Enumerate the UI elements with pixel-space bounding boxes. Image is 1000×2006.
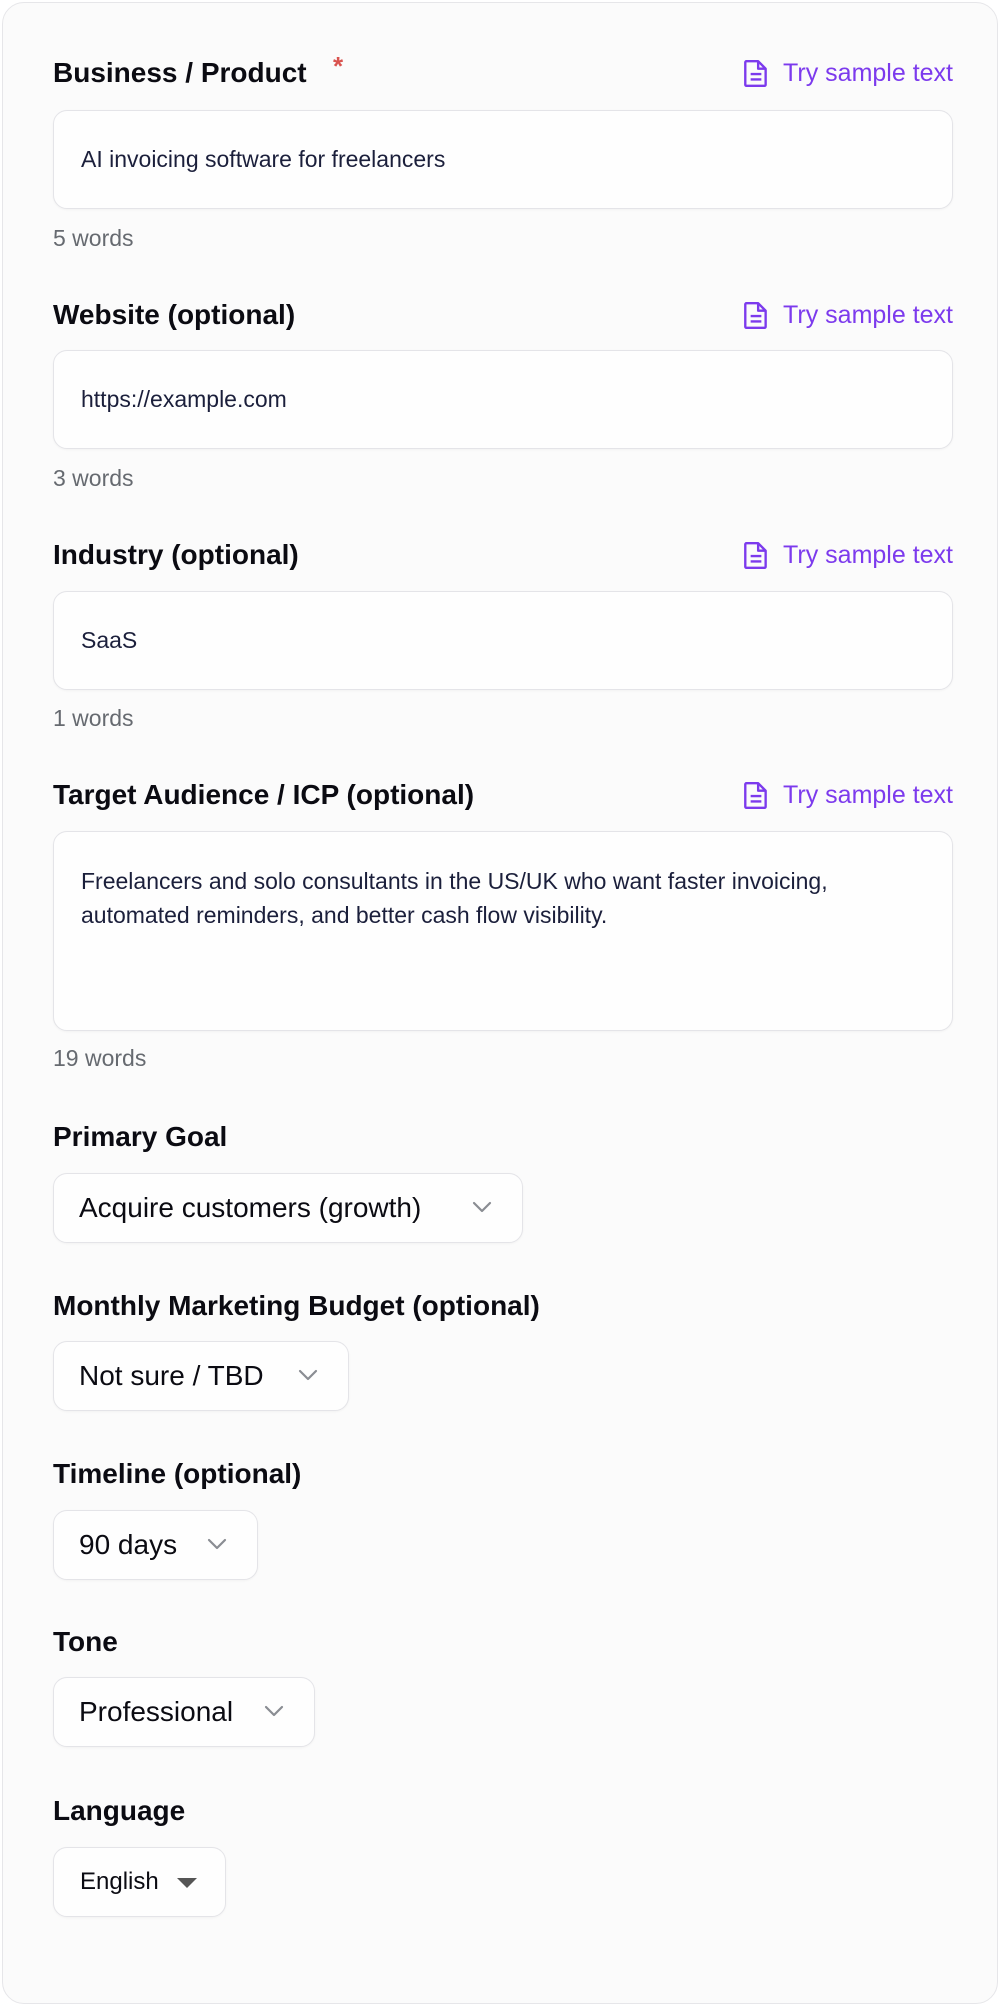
language-field: Language English — [53, 1793, 953, 1917]
tone-select[interactable]: Professional — [53, 1677, 315, 1747]
business-word-count: 5 words — [53, 225, 134, 251]
try-sample-label: Try sample text — [783, 540, 953, 569]
industry-try-sample-button[interactable]: Try sample text — [743, 537, 953, 573]
budget-field: Monthly Marketing Budget (optional) Not … — [53, 1288, 953, 1411]
timeline-label: Timeline (optional) — [53, 1458, 302, 1489]
audience-field: Target Audience / ICP (optional) Try sam… — [53, 777, 953, 1071]
goal-label: Primary Goal — [53, 1121, 228, 1152]
industry-word-count: 1 words — [53, 705, 134, 731]
required-marker: * — [333, 51, 344, 81]
timeline-select-value: 90 days — [79, 1529, 178, 1560]
chevron-down-icon — [264, 1705, 284, 1717]
goal-field: Primary Goal Acquire customers (growth) — [53, 1119, 953, 1243]
website-try-sample-button[interactable]: Try sample text — [743, 297, 953, 333]
document-icon — [744, 60, 767, 88]
try-sample-label: Try sample text — [783, 300, 953, 329]
industry-input[interactable]: SaaS — [53, 591, 953, 690]
audience-word-count: 19 words — [53, 1045, 147, 1071]
industry-field: Industry (optional) Try sample text SaaS… — [53, 537, 953, 731]
industry-label: Industry (optional) — [53, 539, 299, 570]
website-word-count: 3 words — [53, 465, 134, 491]
try-sample-label: Try sample text — [783, 780, 953, 809]
language-select[interactable]: English — [53, 1847, 226, 1917]
try-sample-label: Try sample text — [783, 58, 953, 87]
goal-select-value: Acquire customers (growth) — [79, 1192, 422, 1223]
budget-select-value: Not sure / TBD — [79, 1360, 264, 1391]
budget-label: Monthly Marketing Budget (optional) — [53, 1290, 540, 1321]
business-label: Business / Product — [53, 57, 307, 88]
audience-textarea[interactable]: Freelancers and solo consultants in the … — [53, 831, 953, 1031]
tone-label: Tone — [53, 1626, 118, 1657]
document-icon — [744, 542, 767, 570]
language-label: Language — [53, 1795, 186, 1826]
timeline-select[interactable]: 90 days — [53, 1510, 258, 1580]
language-select-value: English — [80, 1868, 159, 1895]
tone-field: Tone Professional — [53, 1624, 953, 1747]
business-input[interactable]: AI invoicing software for freelancers — [53, 110, 953, 209]
website-label: Website (optional) — [53, 299, 296, 330]
caret-down-icon — [177, 1878, 197, 1888]
budget-select[interactable]: Not sure / TBD — [53, 1341, 349, 1411]
business-field: Business / Product * Try sample text AI … — [53, 51, 953, 251]
document-icon — [744, 302, 767, 330]
form-card: Business / Product * Try sample text AI … — [2, 2, 998, 2004]
audience-try-sample-button[interactable]: Try sample text — [743, 777, 953, 813]
website-field: Website (optional) Try sample text https… — [53, 297, 953, 491]
website-input[interactable]: https://example.com — [53, 350, 953, 449]
chevron-down-icon — [298, 1369, 318, 1381]
document-icon — [744, 782, 767, 810]
chevron-down-icon — [207, 1538, 227, 1550]
timeline-field: Timeline (optional) 90 days — [53, 1456, 953, 1580]
tone-select-value: Professional — [79, 1696, 234, 1727]
goal-select[interactable]: Acquire customers (growth) — [53, 1173, 523, 1243]
chevron-down-icon — [472, 1201, 492, 1213]
audience-label: Target Audience / ICP (optional) — [53, 779, 475, 810]
business-try-sample-button[interactable]: Try sample text — [743, 55, 953, 91]
